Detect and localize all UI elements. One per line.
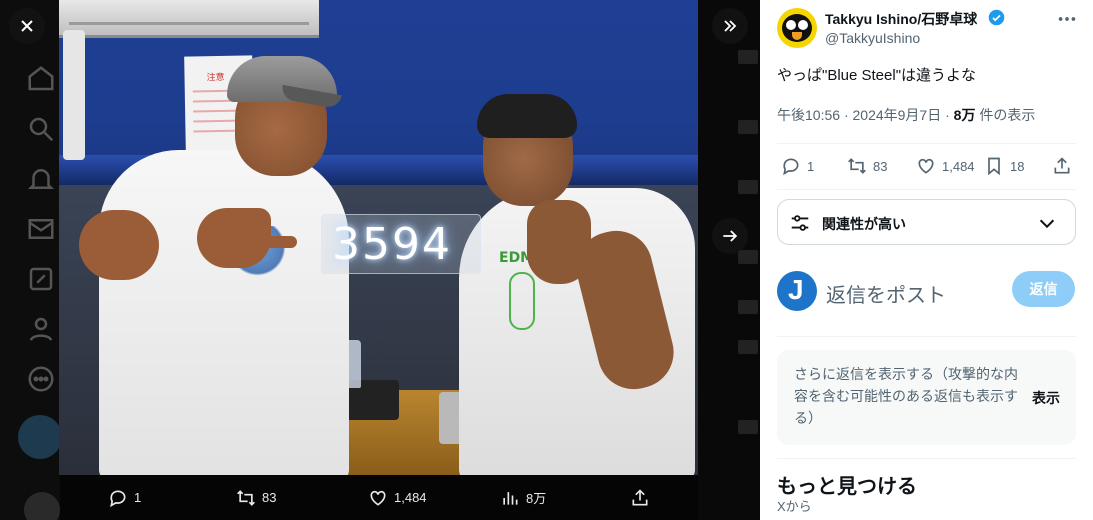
bar-chart-icon	[503, 491, 518, 505]
post-fab-dimmed	[18, 415, 62, 459]
tweet-time[interactable]: 午後10:56	[777, 107, 840, 123]
reply-sort-label: 関連性が高い	[822, 216, 906, 232]
divider	[777, 143, 1076, 144]
tweet-view-suffix: 件の表示	[979, 107, 1036, 123]
tweet-date[interactable]: 2024年9月7日	[853, 107, 942, 123]
tweet-detail-panel: Takkyu Ishino/石野卓球 @TakkyuIshino やっぱ"Blu…	[760, 0, 1093, 520]
share-icon	[632, 488, 648, 505]
share-icon	[1054, 157, 1070, 174]
media-reply-count: 1	[134, 490, 142, 505]
air-conditioner	[59, 0, 319, 38]
heart-icon	[370, 490, 386, 506]
bell-icon	[26, 164, 56, 194]
verified-badge-icon	[988, 9, 1005, 26]
tweet-text: やっぱ"Blue Steel"は違うよな	[777, 67, 977, 84]
reply-sort-dropdown[interactable]: 関連性が高い	[777, 199, 1076, 245]
post-photo[interactable]: 注意 EDM 3594	[59, 0, 698, 475]
discover-more-title: もっと見つける	[777, 476, 917, 498]
repost-icon	[848, 158, 866, 174]
reply-input[interactable]: 返信をポスト	[826, 279, 946, 308]
media-like-count: 1,484	[394, 490, 427, 505]
reply-icon	[110, 490, 126, 507]
author-avatar[interactable]	[777, 8, 817, 48]
bookmark-button[interactable]: 18	[984, 156, 1024, 176]
current-user-avatar[interactable]: J	[777, 271, 817, 311]
next-image-button[interactable]	[712, 218, 748, 254]
search-icon	[26, 114, 56, 144]
media-like-button[interactable]: 1,484	[368, 475, 427, 520]
like-count: 1,484	[942, 158, 975, 174]
close-button[interactable]	[9, 8, 45, 44]
collapse-panel-button[interactable]	[712, 8, 748, 44]
collapse-icon	[724, 20, 737, 32]
neon-sign-text: 3594	[332, 219, 452, 270]
media-view-count: 8万	[526, 491, 547, 506]
bookmark-icon	[988, 157, 1000, 176]
dimmed-timeline	[698, 0, 760, 520]
tweet-meta: 午後10:56 · 2024年9月7日 · 8万 件の表示	[777, 107, 1036, 123]
author-handle[interactable]: @TakkyuIshino	[825, 30, 920, 46]
media-repost-button[interactable]: 83	[236, 475, 276, 520]
sliders-icon	[791, 215, 809, 231]
share-button[interactable]	[1052, 156, 1072, 176]
media-reply-button[interactable]: 1	[108, 475, 141, 520]
show-more-replies-button[interactable]: 表示	[1032, 388, 1060, 408]
profile-icon	[26, 314, 56, 344]
arrow-right-icon	[723, 230, 738, 242]
tweet-view-number: 8万	[953, 107, 976, 123]
repost-icon	[237, 489, 255, 506]
account-avatar-dimmed	[24, 492, 60, 520]
notice-text: 注意	[206, 72, 225, 84]
close-icon	[21, 20, 33, 32]
divider	[777, 189, 1076, 190]
media-repost-count: 83	[262, 490, 277, 505]
author-display-name[interactable]: Takkyu Ishino/石野卓球	[825, 9, 977, 29]
tweet-action-bar: 1 83 1,484 18	[777, 150, 1076, 186]
dimmed-navigation-rail	[0, 0, 62, 520]
repost-button[interactable]: 83	[847, 156, 887, 176]
media-action-bar: 1 83 1,484 8万	[60, 475, 698, 520]
heart-icon	[918, 158, 934, 174]
grok-icon	[26, 264, 56, 294]
more-circle-icon	[26, 364, 56, 394]
media-viewer: 注意 EDM 3594 1 83 1,484 8万	[0, 0, 760, 520]
more-icon[interactable]	[1056, 8, 1078, 30]
discover-more-subtitle: Xから	[777, 499, 812, 514]
repost-count: 83	[873, 158, 888, 174]
reply-icon	[783, 158, 799, 176]
home-icon	[26, 64, 56, 94]
media-views-button[interactable]: 8万	[500, 475, 546, 520]
reply-button[interactable]: 1	[781, 156, 814, 176]
page-root: 注意 EDM 3594 1 83 1,484 8万 Takkyu Ishino/…	[0, 0, 1093, 520]
bookmark-count: 18	[1010, 158, 1025, 174]
person-left	[99, 150, 349, 475]
divider	[777, 336, 1076, 337]
chevron-down-icon	[1039, 219, 1055, 229]
reply-submit-button[interactable]: 返信	[1012, 271, 1075, 307]
mail-icon	[26, 214, 56, 244]
reply-count: 1	[807, 158, 815, 174]
neon-sign: 3594	[321, 214, 481, 274]
media-share-button[interactable]	[630, 475, 650, 520]
show-more-replies-text: さらに返信を表示する（攻撃的な内容を含む可能性のある返信も表示する）	[794, 366, 1018, 426]
divider	[777, 458, 1076, 459]
like-button[interactable]: 1,484	[916, 156, 975, 176]
show-more-replies-box: さらに返信を表示する（攻撃的な内容を含む可能性のある返信も表示する） 表示	[777, 350, 1076, 445]
